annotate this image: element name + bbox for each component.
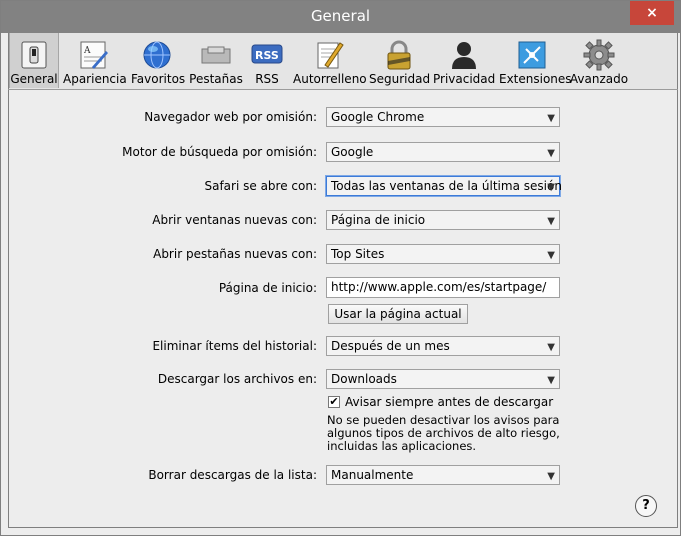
tab-apariencia[interactable]: A Apariencia xyxy=(63,33,127,88)
download-warning-note: No se pueden desactivar los avisos para … xyxy=(327,413,560,453)
chevron-down-icon: ▼ xyxy=(547,216,555,227)
tab-rss[interactable]: RSS RSS xyxy=(247,33,287,88)
checkmark-icon: ✔ xyxy=(329,395,339,408)
rss-icon: RSS xyxy=(251,44,283,64)
chevron-down-icon: ▼ xyxy=(547,182,555,193)
preferences-window: General × General A Apariencia Favoritos… xyxy=(0,0,681,536)
general-switch-icon xyxy=(21,41,47,69)
tab-pestanas[interactable]: Pestañas xyxy=(189,33,243,88)
safari-opens-label: Safari se abre con: xyxy=(204,179,317,193)
title-bar[interactable]: General × xyxy=(1,1,680,33)
new-windows-label: Abrir ventanas nuevas con: xyxy=(152,213,317,227)
close-button[interactable]: × xyxy=(630,1,674,25)
tab-privacidad[interactable]: Privacidad xyxy=(433,33,495,88)
preferences-toolbar: General A Apariencia Favoritos Pestañas … xyxy=(8,33,678,89)
save-downloads-select[interactable]: Downloads ▼ xyxy=(326,369,560,389)
tab-avanzado[interactable]: Avanzado xyxy=(569,33,629,88)
new-windows-select[interactable]: Página de inicio ▼ xyxy=(326,210,560,230)
default-browser-label: Navegador web por omisión: xyxy=(144,110,317,124)
tab-seguridad[interactable]: Seguridad xyxy=(369,33,430,88)
tab-extensiones[interactable]: Extensiones xyxy=(499,33,572,88)
svg-text:RSS: RSS xyxy=(255,49,279,62)
autofill-pencil-icon xyxy=(317,42,344,69)
tab-general[interactable]: General xyxy=(9,33,59,88)
tabs-icon xyxy=(201,46,231,64)
chevron-down-icon: ▼ xyxy=(547,250,555,261)
ask-before-download-label: Avisar siempre antes de descargar xyxy=(345,395,554,409)
clear-downloads-select[interactable]: Manualmente ▼ xyxy=(326,465,560,485)
chevron-down-icon: ▼ xyxy=(547,471,555,482)
chevron-down-icon: ▼ xyxy=(547,113,555,124)
default-search-select[interactable]: Google ▼ xyxy=(326,142,560,162)
clear-downloads-label: Borrar descargas de la lista: xyxy=(148,468,317,482)
general-settings-panel: Navegador web por omisión: Google Chrome… xyxy=(8,90,678,528)
default-browser-select[interactable]: Google Chrome ▼ xyxy=(326,107,560,127)
appearance-icon: A xyxy=(80,41,108,69)
window-title: General xyxy=(310,7,371,25)
save-downloads-label: Descargar los archivos en: xyxy=(157,372,317,386)
homepage-label: Página de inicio: xyxy=(218,281,317,295)
chevron-down-icon: ▼ xyxy=(547,148,555,159)
help-button[interactable]: ? xyxy=(635,495,657,517)
extensions-icon xyxy=(518,41,546,69)
safari-opens-select[interactable]: Todas las ventanas de la última sesión ▼ xyxy=(326,176,562,196)
gear-icon xyxy=(583,39,615,71)
chevron-down-icon: ▼ xyxy=(547,375,555,386)
svg-text:A: A xyxy=(83,46,91,56)
privacy-person-icon xyxy=(452,42,476,69)
tab-favoritos[interactable]: Favoritos xyxy=(131,33,185,88)
new-tabs-label: Abrir pestañas nuevas con: xyxy=(153,247,317,261)
lock-icon xyxy=(387,40,411,70)
tab-autorrelleno[interactable]: Autorrelleno xyxy=(293,33,367,88)
homepage-input[interactable]: http://www.apple.com/es/startpage/ xyxy=(326,277,560,298)
default-search-label: Motor de búsqueda por omisión: xyxy=(122,145,317,159)
ask-before-download-checkbox[interactable]: ✔ xyxy=(328,396,340,408)
remove-history-select[interactable]: Después de un mes ▼ xyxy=(326,336,560,356)
globe-icon xyxy=(143,41,171,69)
remove-history-label: Eliminar ítems del historial: xyxy=(152,339,317,353)
chevron-down-icon: ▼ xyxy=(547,342,555,353)
use-current-page-button[interactable]: Usar la página actual xyxy=(328,304,468,324)
new-tabs-select[interactable]: Top Sites ▼ xyxy=(326,244,560,264)
